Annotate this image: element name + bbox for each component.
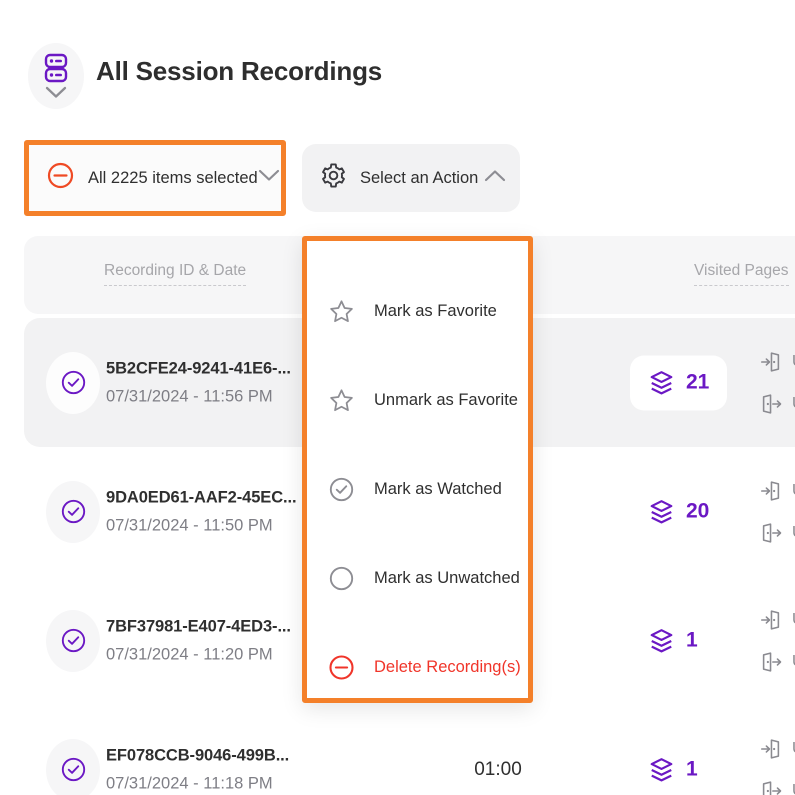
url-column: URL URL <box>759 608 795 674</box>
menu-item-label: Mark as Watched <box>374 480 502 498</box>
exit-url-row[interactable]: UR <box>759 392 795 416</box>
check-circle-icon <box>61 757 85 782</box>
check-circle-icon <box>61 628 85 653</box>
row-select-checkbox[interactable] <box>46 609 100 672</box>
enter-door-icon <box>760 480 780 501</box>
enter-door-icon <box>760 738 780 759</box>
recording-date: 07/31/2024 - 11:50 PM <box>106 516 273 534</box>
recording-id[interactable]: 9DA0ED61-AAF2-45EC... <box>106 488 297 507</box>
column-header-visited-pages[interactable]: Visited Pages <box>694 262 789 286</box>
row-select-checkbox[interactable] <box>46 351 100 414</box>
recording-id-block: 5B2CFE24-9241-41E6-... 07/31/2024 - 11:56… <box>106 359 291 406</box>
menu-item-mark-as-unwatched[interactable]: Mark as Unwatched <box>307 534 528 623</box>
minus-circle-icon <box>328 655 354 680</box>
visited-pages-badge[interactable]: 20 <box>630 484 727 539</box>
table-row[interactable]: EF078CCB-9046-499B... 07/31/2024 - 11:18 … <box>24 705 795 795</box>
selection-label: All 2225 items selected <box>88 168 258 187</box>
row-select-checkbox[interactable] <box>46 480 100 543</box>
check-circle-icon <box>61 499 85 524</box>
menu-item-mark-as-watched[interactable]: Mark as Watched <box>307 445 528 534</box>
url-column: UR UR <box>759 479 795 545</box>
entry-url-row[interactable]: UR <box>759 350 795 374</box>
layers-icon <box>650 628 673 652</box>
entry-url-row[interactable]: URL <box>759 608 795 632</box>
recording-date: 07/31/2024 - 11:18 PM <box>106 774 273 792</box>
menu-item-label: Mark as Favorite <box>374 302 497 320</box>
page-title: All Session Recordings <box>96 56 383 86</box>
enter-door-icon <box>760 609 780 630</box>
recording-id-block: 7BF37981-E407-4ED3-... 07/31/2024 - 11:20… <box>106 617 291 664</box>
column-header-recording-id[interactable]: Recording ID & Date <box>104 262 247 286</box>
recording-date: 07/31/2024 - 11:56 PM <box>106 387 273 405</box>
exit-door-icon <box>762 522 782 543</box>
menu-item-mark-as-favorite[interactable]: Mark as Favorite <box>307 267 528 356</box>
recording-date: 07/31/2024 - 11:20 PM <box>106 645 273 663</box>
select-action-button[interactable]: Select an Action <box>302 144 520 212</box>
page-header: All Session Recordings <box>0 0 795 132</box>
url-column: UR UR <box>759 350 795 416</box>
star-outline-icon-wrap <box>326 298 356 325</box>
visited-pages-count: 20 <box>686 499 710 523</box>
exit-door-icon <box>762 651 782 672</box>
recording-id[interactable]: 7BF37981-E407-4ED3-... <box>106 617 291 636</box>
recording-id[interactable]: 5B2CFE24-9241-41E6-... <box>106 359 291 378</box>
visited-pages-badge[interactable]: 1 <box>630 613 716 668</box>
check-circle-icon <box>329 477 353 502</box>
menu-item-unmark-as-favorite[interactable]: Unmark as Favorite <box>307 356 528 445</box>
exit-url-row[interactable]: UR <box>759 521 795 545</box>
menu-item-label: Unmark as Favorite <box>374 391 518 409</box>
star-outline-icon-wrap <box>326 387 356 414</box>
minus-circle-icon-wrap <box>326 654 356 681</box>
layers-icon <box>650 499 673 523</box>
layers-icon <box>650 757 673 781</box>
sessions-icon <box>44 53 68 83</box>
chevron-down-icon[interactable] <box>258 169 280 187</box>
exit-url-row[interactable]: URL <box>759 650 795 674</box>
layers-icon <box>650 370 673 394</box>
circle-outline-icon-wrap <box>326 565 356 592</box>
gear-icon <box>320 162 347 194</box>
url-column: URL URL <box>759 737 795 795</box>
menu-item-delete-recording-s[interactable]: Delete Recording(s) <box>307 623 528 698</box>
minus-circle-icon <box>47 162 74 194</box>
chevron-up-icon[interactable] <box>484 169 506 187</box>
exit-door-icon <box>762 780 782 795</box>
star-outline-icon <box>329 389 353 412</box>
exit-url-row[interactable]: URL <box>759 779 795 795</box>
visited-pages-count: 21 <box>686 370 710 394</box>
chevron-down-icon <box>45 86 67 98</box>
check-circle-icon <box>61 370 85 395</box>
row-select-checkbox[interactable] <box>46 738 100 795</box>
selection-dropdown[interactable]: All 2225 items selected <box>24 140 286 216</box>
left-gutter <box>0 0 24 795</box>
entry-url-row[interactable]: URL <box>759 737 795 761</box>
star-outline-icon <box>329 300 353 323</box>
session-recordings-page: All Session Recordings All 2225 items se… <box>0 0 795 795</box>
circle-outline-icon <box>329 566 353 591</box>
recording-duration: 01:00 <box>474 758 522 780</box>
visited-pages-count: 1 <box>686 628 698 652</box>
visited-pages-badge[interactable]: 21 <box>630 355 728 410</box>
sessions-icon-button[interactable] <box>28 43 84 109</box>
visited-pages-count: 1 <box>686 757 698 781</box>
recording-id[interactable]: EF078CCB-9046-499B... <box>106 746 289 765</box>
action-dropdown-menu: Mark as Favorite Unmark as Favorite Mark a… <box>302 236 533 703</box>
visited-pages-badge[interactable]: 1 <box>630 742 716 795</box>
exit-door-icon <box>762 393 782 414</box>
select-action-label: Select an Action <box>360 168 479 187</box>
entry-url-row[interactable]: UR <box>759 479 795 503</box>
toolbar: All 2225 items selected Select an Action <box>0 140 795 220</box>
recording-id-block: 9DA0ED61-AAF2-45EC... 07/31/2024 - 11:50 … <box>106 488 297 535</box>
recording-id-block: EF078CCB-9046-499B... 07/31/2024 - 11:18 … <box>106 746 289 793</box>
menu-item-label: Delete Recording(s) <box>374 658 521 676</box>
enter-door-icon <box>760 351 780 372</box>
check-circle-icon-wrap <box>326 476 356 503</box>
menu-item-label: Mark as Unwatched <box>374 569 520 587</box>
